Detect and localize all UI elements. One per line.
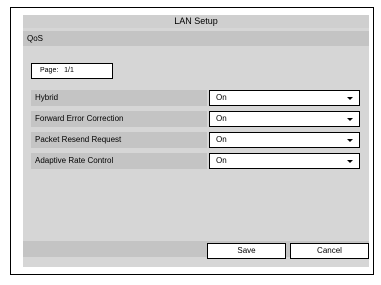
setting-label-adaptive-rate: Adaptive Rate Control <box>31 153 207 169</box>
setting-dropdown-hybrid[interactable]: On <box>209 90 360 106</box>
setting-value-packet-resend: On <box>216 135 227 144</box>
setting-dropdown-packet-resend[interactable]: On <box>209 132 360 148</box>
section-title-qos: QoS <box>23 31 369 46</box>
lan-setup-panel: LAN Setup QoS Page: 1/1 Hybrid On Forwar… <box>23 15 369 267</box>
cancel-button[interactable]: Cancel <box>290 243 369 259</box>
chevron-down-icon <box>347 160 353 163</box>
chevron-down-icon <box>347 139 353 142</box>
chevron-down-icon <box>347 97 353 100</box>
chevron-down-icon <box>347 118 353 121</box>
page-indicator: Page: 1/1 <box>31 63 113 79</box>
setting-value-hybrid: On <box>216 93 227 102</box>
window-title: LAN Setup <box>23 15 369 28</box>
page-indicator-label: Page: <box>40 67 59 74</box>
save-button[interactable]: Save <box>207 243 286 259</box>
setting-value-fec: On <box>216 114 227 123</box>
setting-dropdown-fec[interactable]: On <box>209 111 360 127</box>
setting-label-packet-resend: Packet Resend Request <box>31 132 207 148</box>
setting-label-fec: Forward Error Correction <box>31 111 207 127</box>
setting-dropdown-adaptive-rate[interactable]: On <box>209 153 360 169</box>
page-indicator-value: 1/1 <box>64 67 74 74</box>
setting-label-hybrid: Hybrid <box>31 90 207 106</box>
setting-value-adaptive-rate: On <box>216 156 227 165</box>
